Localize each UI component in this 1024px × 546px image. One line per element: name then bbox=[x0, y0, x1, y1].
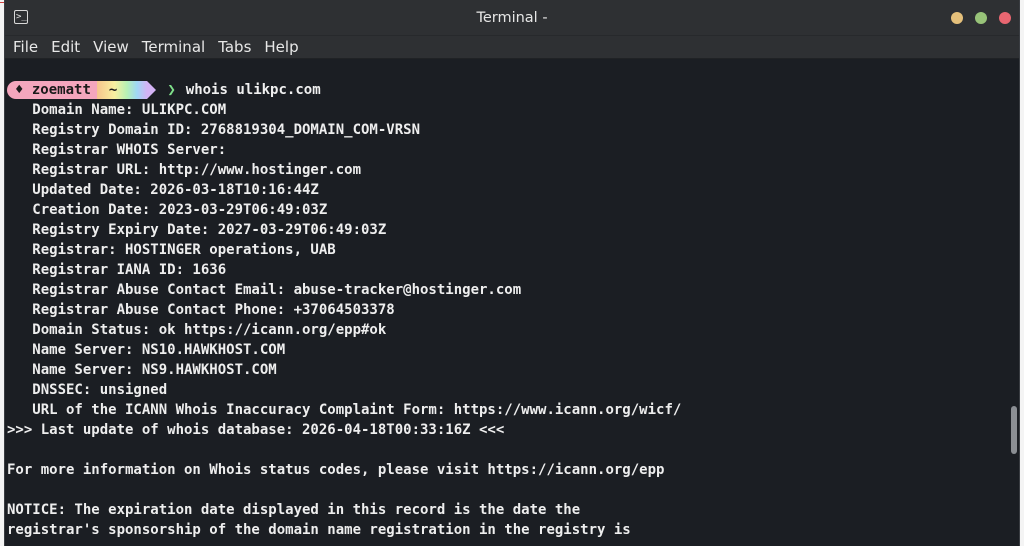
prompt-directory-segment: ~ bbox=[96, 81, 157, 99]
output-line: Registrar: HOSTINGER operations, UAB bbox=[7, 242, 336, 258]
command-text: whois ulikpc.com bbox=[185, 82, 321, 98]
title-separator bbox=[5, 35, 1019, 36]
output-line: For more information on Whois status cod… bbox=[7, 462, 665, 478]
output-line: Updated Date: 2026-03-18T10:16:44Z bbox=[7, 182, 319, 198]
output-line: Domain Name: ULIKPC.COM bbox=[7, 102, 227, 118]
menu-help[interactable]: Help bbox=[264, 36, 298, 58]
output-line: Registrar URL: http://www.hostinger.com bbox=[7, 162, 362, 178]
apple-icon: ♦ bbox=[15, 82, 24, 98]
output-line: NOTICE: The expiration date displayed in… bbox=[7, 502, 581, 518]
close-button[interactable] bbox=[999, 12, 1011, 24]
output-line: URL of the ICANN Whois Inaccuracy Compla… bbox=[7, 402, 682, 418]
minimize-button[interactable] bbox=[951, 12, 963, 24]
output-line: Name Server: NS9.HAWKHOST.COM bbox=[7, 362, 277, 378]
menu-file[interactable]: File bbox=[13, 36, 38, 58]
output-line: Registry Domain ID: 2768819304_DOMAIN_CO… bbox=[7, 122, 421, 138]
output-line: Name Server: NS10.HAWKHOST.COM bbox=[7, 342, 286, 358]
output-line: Registrar IANA ID: 1636 bbox=[7, 262, 227, 278]
prompt-username: zoematt bbox=[31, 82, 91, 98]
output-line: DNSSEC: unsigned bbox=[7, 382, 168, 398]
scrollbar-thumb[interactable] bbox=[1011, 406, 1017, 454]
prompt-user-segment: ♦ zoematt bbox=[7, 81, 97, 99]
prompt-directory: ~ bbox=[108, 82, 118, 98]
menu-bar: File Edit View Terminal Tabs Help bbox=[5, 36, 1019, 59]
output-line: Domain Status: ok https://icann.org/epp#… bbox=[7, 322, 387, 338]
output-line: Registrar Abuse Contact Phone: +37064503… bbox=[7, 302, 395, 318]
vertical-scrollbar[interactable] bbox=[1011, 59, 1017, 546]
window-title: Terminal - bbox=[476, 10, 548, 26]
menu-edit[interactable]: Edit bbox=[51, 36, 80, 58]
output-line: Registry Expiry Date: 2027-03-29T06:49:0… bbox=[7, 222, 387, 238]
output-line: registrar's sponsorship of the domain na… bbox=[7, 522, 631, 538]
output-line: Creation Date: 2023-03-29T06:49:03Z bbox=[7, 202, 328, 218]
menu-terminal[interactable]: Terminal bbox=[142, 36, 205, 58]
menu-view[interactable]: View bbox=[93, 36, 129, 58]
prompt-chevron-icon: ❯ bbox=[167, 82, 176, 98]
output-line: Registrar Abuse Contact Email: abuse-tra… bbox=[7, 282, 522, 298]
terminal-window: >_ Terminal - File Edit View Terminal Ta… bbox=[4, 0, 1020, 546]
terminal-output-area[interactable]: ♦ zoematt ~ ❯ whois ulikpc.com Domain Na… bbox=[5, 59, 1019, 546]
output-line: Registrar WHOIS Server: bbox=[7, 142, 227, 158]
menu-tabs[interactable]: Tabs bbox=[218, 36, 251, 58]
shell-prompt: ♦ zoematt ~ ❯ whois ulikpc.com bbox=[7, 80, 321, 100]
maximize-button[interactable] bbox=[975, 12, 987, 24]
output-line: >>> Last update of whois database: 2026-… bbox=[7, 422, 505, 438]
title-bar[interactable]: >_ Terminal - bbox=[5, 0, 1019, 36]
